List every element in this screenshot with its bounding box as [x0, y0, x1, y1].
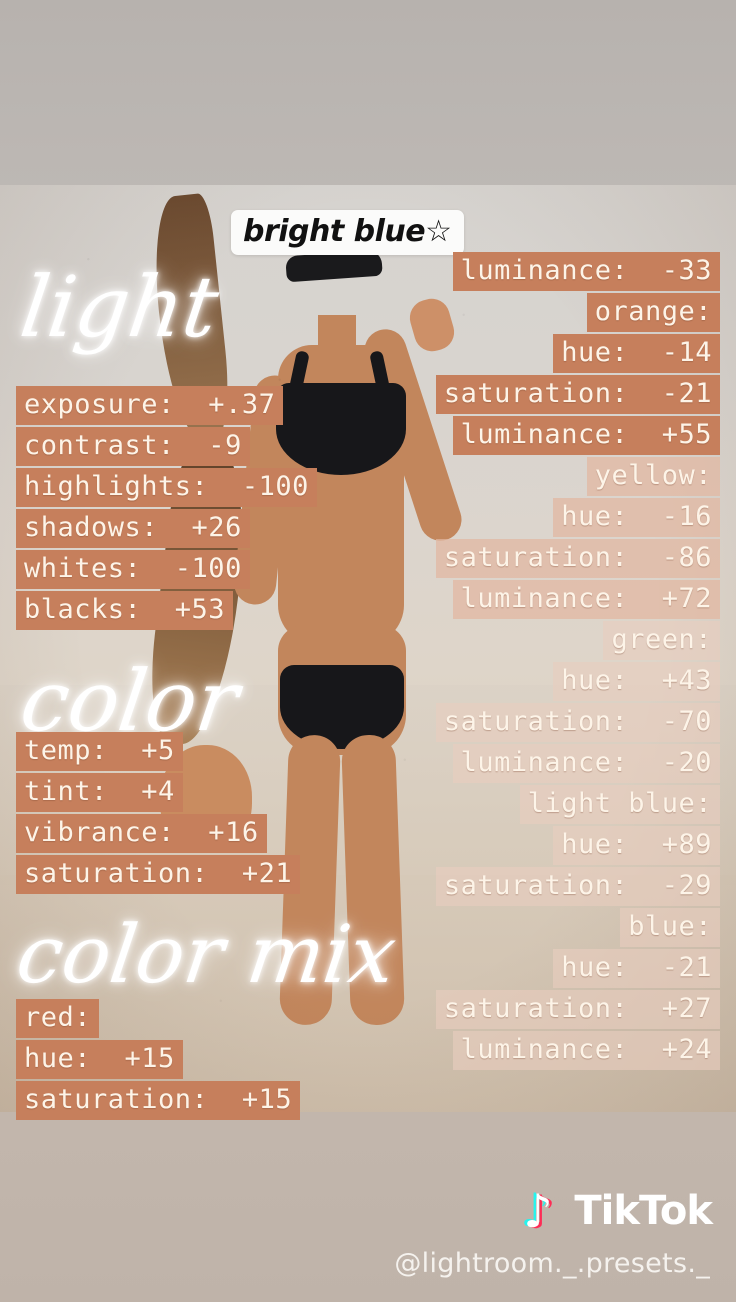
setting-row-wrap: saturation: +27	[296, 990, 720, 1031]
setting-row-tint: tint: +4	[16, 773, 183, 812]
setting-row-whites: whites: -100	[16, 550, 250, 589]
setting-row-saturation: saturation: -21	[435, 375, 720, 414]
setting-row-wrap: saturation: -70	[296, 703, 720, 744]
setting-row-yellow: yellow:	[586, 457, 720, 496]
setting-row-wrap: light blue:	[296, 785, 720, 826]
setting-row-blacks: blacks: +53	[16, 591, 234, 630]
setting-row-wrap: orange:	[296, 293, 720, 334]
setting-row-shadows: shadows: +26	[16, 509, 250, 548]
setting-row-blue: blue:	[620, 908, 720, 947]
setting-row-temp: temp: +5	[16, 732, 183, 771]
setting-row-luminance: luminance: +72	[452, 580, 720, 619]
setting-row-saturation: saturation: -86	[435, 539, 720, 578]
setting-row-hue: hue: +15	[16, 1040, 183, 1079]
setting-row-wrap: saturation: -86	[296, 539, 720, 580]
setting-row-hue: hue: -16	[553, 498, 720, 537]
settings-column-right: luminance: -33 orange: hue: -14 saturation:…	[296, 252, 720, 1072]
setting-row-light blue: light blue:	[519, 785, 720, 824]
setting-row-wrap: green:	[296, 621, 720, 662]
setting-row-saturation: saturation: +27	[435, 990, 720, 1029]
setting-row-wrap: hue: +89	[296, 826, 720, 867]
setting-row-orange: orange:	[586, 293, 720, 332]
setting-row-wrap: hue: -21	[296, 949, 720, 990]
setting-row-hue: hue: -14	[553, 334, 720, 373]
setting-row-wrap: saturation: -29	[296, 867, 720, 908]
setting-row-saturation: saturation: -29	[435, 867, 720, 906]
setting-row-hue: hue: +89	[553, 826, 720, 865]
section-heading-light: light	[15, 258, 225, 356]
tiktok-watermark: ♪ ♪ ♪ TikTok	[520, 1184, 713, 1238]
setting-row-vibrance: vibrance: +16	[16, 814, 267, 853]
setting-row-green: green:	[603, 621, 720, 660]
setting-row-luminance: luminance: +24	[452, 1031, 720, 1070]
tiktok-note-icon: ♪ ♪ ♪	[520, 1184, 565, 1238]
setting-row-wrap: luminance: +55	[296, 416, 720, 457]
preset-card: bright blue☆ light color color mix expos…	[0, 0, 736, 1302]
account-handle: @lightroom._.presets._	[394, 1248, 710, 1279]
setting-row-saturation: saturation: +21	[16, 855, 301, 894]
setting-row-saturation: saturation: +15	[16, 1081, 301, 1120]
setting-row-luminance: luminance: +55	[452, 416, 720, 455]
setting-row-wrap: luminance: +72	[296, 580, 720, 621]
setting-row-hue: hue: +43	[553, 662, 720, 701]
setting-row-wrap: yellow:	[296, 457, 720, 498]
setting-row-wrap: blue:	[296, 908, 720, 949]
setting-row-wrap: saturation: +15	[16, 1081, 436, 1122]
setting-row-wrap: luminance: +24	[296, 1031, 720, 1072]
setting-row-luminance: luminance: -33	[452, 252, 720, 291]
setting-row-wrap: hue: -16	[296, 498, 720, 539]
setting-row-wrap: saturation: -21	[296, 375, 720, 416]
setting-row-wrap: luminance: -33	[296, 252, 720, 293]
setting-row-red: red:	[16, 999, 100, 1038]
page-title: bright blue☆	[231, 210, 464, 255]
setting-row-hue: hue: -21	[553, 949, 720, 988]
setting-row-luminance: luminance: -20	[452, 744, 720, 783]
tiktok-note-white-layer: ♪	[523, 1184, 553, 1238]
setting-row-contrast: contrast: -9	[16, 427, 250, 466]
setting-row-wrap: hue: +43	[296, 662, 720, 703]
setting-row-saturation: saturation: -70	[435, 703, 720, 742]
setting-row-highlights: highlights: -100	[16, 468, 317, 507]
tiktok-brand-label: TikTok	[574, 1188, 713, 1234]
setting-row-exposure: exposure: +.37	[16, 386, 284, 425]
setting-row-wrap: hue: -14	[296, 334, 720, 375]
setting-row-wrap: luminance: -20	[296, 744, 720, 785]
